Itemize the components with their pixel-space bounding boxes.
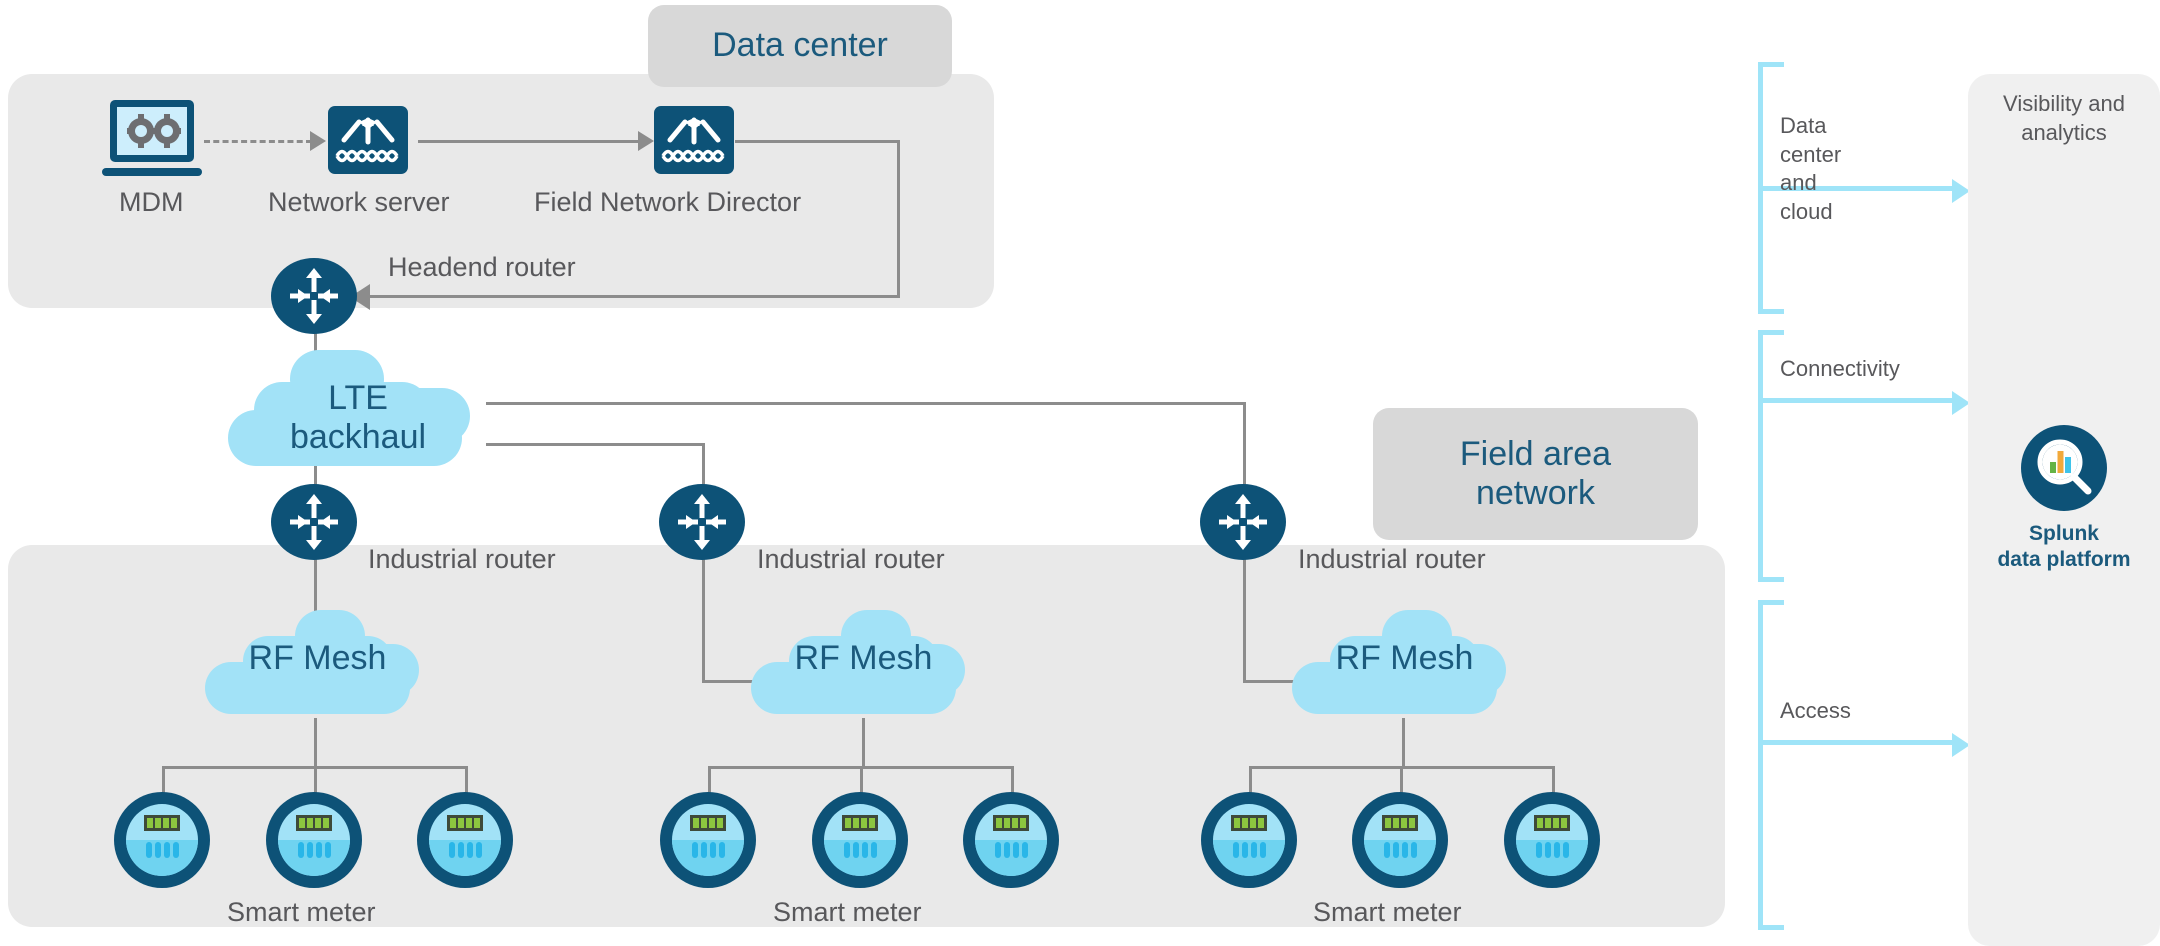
router3-to-mesh3-link (1243, 557, 1246, 682)
cloud-icon: RF Mesh (751, 610, 976, 715)
headend-router-label: Headend router (388, 252, 576, 282)
smart-meter-icon (113, 791, 211, 889)
mdm-label: MDM (119, 187, 184, 217)
network-server-to-fnd-link (418, 140, 640, 143)
bracket-tick-top (1758, 600, 1784, 605)
field-area-network-zone-title-text: Field area network (1459, 434, 1612, 512)
smart-meter-group-label: Smart meter (227, 897, 376, 927)
bracket-vertical-bar (1758, 600, 1763, 930)
bracket-tick-top (1758, 62, 1784, 67)
smart-meter-group-label: Smart meter (773, 897, 922, 927)
smart-meter-icon (265, 791, 363, 889)
visibility-and-analytics-title: Visibility and analytics (2003, 91, 2125, 145)
fnd-to-headend-link-back (368, 295, 900, 298)
bracket-arrow-line (1758, 398, 1954, 403)
router-icon (647, 484, 757, 560)
mesh1-to-bus1-link (314, 718, 317, 768)
smart-meter-icon (811, 791, 909, 889)
network-server-label: Network server (268, 187, 450, 217)
splunk-data-platform-label: Splunk data platform (1997, 522, 2131, 572)
industrial-router-label: Industrial router (1298, 544, 1486, 574)
laptop-gears-icon (96, 96, 208, 180)
splunk-data-platform-item[interactable]: Splunk data platform (1968, 425, 2160, 574)
router-icon (259, 258, 369, 334)
cloud-icon: LTE backhaul (228, 348, 488, 468)
field-area-network-zone-title: Field area network (1373, 408, 1698, 540)
data-center-zone-title-text: Data center (712, 26, 888, 65)
bracket-vertical-bar (1758, 330, 1763, 582)
layer-label-data-center-and-cloud: Data center and cloud (1780, 113, 1842, 224)
field-network-director-label: Field Network Director (534, 187, 802, 217)
network-switch-icon (654, 106, 734, 174)
industrial-router-label: Industrial router (757, 544, 945, 574)
fnd-to-headend-link-top (735, 140, 900, 143)
smart-meter-icon (1351, 791, 1449, 889)
network-architecture-diagram: Data center Field area network MDM Netwo… (0, 0, 2160, 946)
smart-meter-icon (659, 791, 757, 889)
fnd-to-headend-link-down (897, 140, 900, 298)
bracket-arrow-line (1758, 740, 1954, 745)
cloud-icon: RF Mesh (205, 610, 430, 715)
data-center-zone-title: Data center (648, 5, 952, 87)
cloud-icon: RF Mesh (1292, 610, 1517, 715)
smart-meter-icon (416, 791, 514, 889)
mesh3-to-bus3-link (1402, 718, 1405, 768)
router-icon (1188, 484, 1298, 560)
router-icon (259, 484, 369, 560)
splunk-search-icon (1968, 425, 2160, 511)
router2-to-mesh2-link (702, 557, 705, 682)
industrial-router-label: Industrial router (368, 544, 556, 574)
mdm-to-network-server-arrowhead (310, 131, 326, 151)
bracket-tick-bottom (1758, 577, 1784, 582)
layer-label-connectivity: Connectivity (1780, 356, 1900, 381)
bracket-tick-top (1758, 330, 1784, 335)
smart-meter-icon (1503, 791, 1601, 889)
backhaul-to-router2-link-h (486, 443, 705, 446)
network-server-to-fnd-arrowhead (638, 131, 654, 151)
backhaul-to-router3-link-h (486, 402, 1246, 405)
bracket-tick-bottom (1758, 309, 1784, 314)
mesh2-to-bus2-link (862, 718, 865, 768)
smart-meter-icon (962, 791, 1060, 889)
smart-meter-icon (1200, 791, 1298, 889)
smart-meter-group-label: Smart meter (1313, 897, 1462, 927)
mdm-to-network-server-link (204, 140, 312, 143)
network-switch-icon (328, 106, 408, 174)
bracket-tick-bottom (1758, 925, 1784, 930)
layer-label-access: Access (1780, 698, 1851, 723)
